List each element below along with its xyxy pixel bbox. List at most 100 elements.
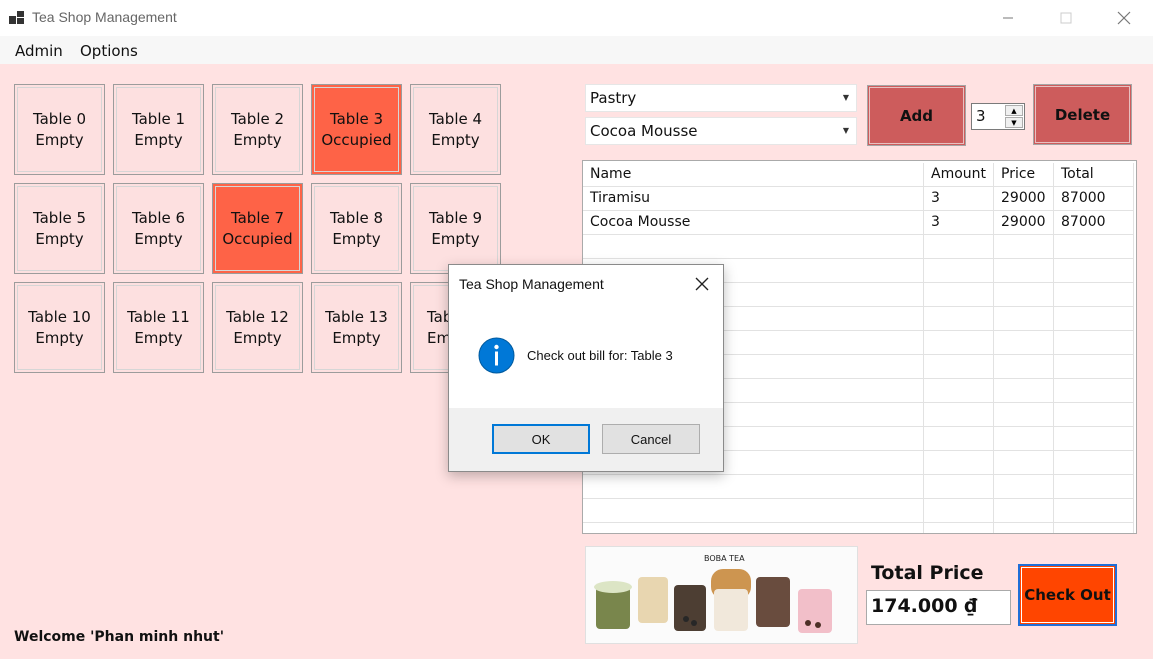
total-price-field: 174.000 ₫ xyxy=(866,590,1011,625)
banner-title: BOBA TEA xyxy=(704,554,745,563)
empty-cell xyxy=(924,355,994,379)
bill-cell: 3 xyxy=(924,187,994,211)
empty-cell xyxy=(1054,283,1134,307)
table-status: Empty xyxy=(35,130,84,149)
menu-admin[interactable]: Admin xyxy=(15,42,63,60)
chevron-down-icon[interactable]: ▼ xyxy=(836,85,856,111)
table-status: Occupied xyxy=(321,130,392,149)
empty-cell xyxy=(994,523,1054,533)
bill-cell: 29000 xyxy=(994,211,1054,235)
table-status: Empty xyxy=(332,229,381,248)
table-status: Empty xyxy=(431,229,480,248)
empty-cell xyxy=(583,523,924,533)
empty-cell xyxy=(994,427,1054,451)
empty-cell xyxy=(924,451,994,475)
info-icon xyxy=(478,337,515,374)
column-header: Total xyxy=(1054,163,1134,187)
menu-options[interactable]: Options xyxy=(80,42,138,60)
decrement-icon[interactable]: ▼ xyxy=(1005,117,1023,128)
chevron-down-icon[interactable]: ▼ xyxy=(836,118,856,144)
empty-cell xyxy=(583,499,924,523)
total-price-label: Total Price xyxy=(871,562,984,584)
table-button-10[interactable]: Table 10 Empty xyxy=(14,282,105,373)
add-button[interactable]: Add xyxy=(867,85,966,146)
table-button-1[interactable]: Table 1 Empty xyxy=(113,84,204,175)
table-button-3[interactable]: Table 3 Occupied xyxy=(311,84,402,175)
table-name: Table 12 xyxy=(226,307,289,326)
bill-cell: Cocoa Mousse xyxy=(583,211,924,235)
quantity-stepper[interactable]: 3 ▲ ▼ xyxy=(971,103,1025,130)
table-name: Table 0 xyxy=(32,109,87,128)
table-name: Table 9 xyxy=(428,208,483,227)
menu-bar xyxy=(0,36,1153,64)
table-button-13[interactable]: Table 13 Empty xyxy=(311,282,402,373)
table-name: Table 11 xyxy=(127,307,190,326)
table-name: Table 3 xyxy=(329,109,384,128)
table-button-9[interactable]: Table 9 Empty xyxy=(410,183,501,274)
empty-cell xyxy=(1054,451,1134,475)
increment-icon[interactable]: ▲ xyxy=(1005,105,1023,116)
minimize-icon[interactable] xyxy=(985,0,1031,36)
ok-button[interactable]: OK xyxy=(492,424,590,454)
message-dialog: Tea Shop Management Check out bill for: … xyxy=(448,264,724,472)
empty-cell xyxy=(924,283,994,307)
table-button-8[interactable]: Table 8 Empty xyxy=(311,183,402,274)
empty-cell xyxy=(924,427,994,451)
table-name: Table 4 xyxy=(428,109,483,128)
empty-cell xyxy=(994,283,1054,307)
table-status: Empty xyxy=(332,328,381,347)
table-button-6[interactable]: Table 6 Empty xyxy=(113,183,204,274)
item-select[interactable]: Cocoa Mousse ▼ xyxy=(585,117,857,145)
empty-cell xyxy=(994,475,1054,499)
boba-banner-image: BOBA TEA xyxy=(585,546,858,644)
empty-cell xyxy=(994,499,1054,523)
table-status: Empty xyxy=(134,229,183,248)
empty-cell xyxy=(924,331,994,355)
table-status: Empty xyxy=(431,130,480,149)
table-status: Empty xyxy=(233,130,282,149)
item-select-value: Cocoa Mousse xyxy=(590,122,698,140)
empty-cell xyxy=(924,259,994,283)
column-header: Name xyxy=(583,163,924,187)
table-status: Empty xyxy=(134,130,183,149)
table-name: Table 1 xyxy=(131,109,186,128)
bill-cell: 87000 xyxy=(1054,187,1134,211)
category-select[interactable]: Pastry ▼ xyxy=(585,84,857,112)
table-button-4[interactable]: Table 4 Empty xyxy=(410,84,501,175)
table-button-11[interactable]: Table 11 Empty xyxy=(113,282,204,373)
dialog-close-icon[interactable] xyxy=(689,273,715,295)
empty-cell xyxy=(924,379,994,403)
cancel-button[interactable]: Cancel xyxy=(602,424,700,454)
table-name: Table 2 xyxy=(230,109,285,128)
empty-cell xyxy=(994,451,1054,475)
empty-cell xyxy=(994,403,1054,427)
dialog-message: Check out bill for: Table 3 xyxy=(527,348,673,363)
table-name: Table 13 xyxy=(325,307,388,326)
quantity-value: 3 xyxy=(976,107,986,125)
maximize-icon[interactable] xyxy=(1043,0,1089,36)
empty-cell xyxy=(924,235,994,259)
table-name: Table 10 xyxy=(28,307,91,326)
welcome-text: Welcome 'Phan minh nhut' xyxy=(14,629,224,645)
dialog-title: Tea Shop Management xyxy=(459,276,604,292)
table-status: Occupied xyxy=(222,229,293,248)
empty-cell xyxy=(583,235,924,259)
empty-cell xyxy=(1054,331,1134,355)
table-status: Empty xyxy=(134,328,183,347)
table-button-2[interactable]: Table 2 Empty xyxy=(212,84,303,175)
empty-cell xyxy=(994,331,1054,355)
table-button-5[interactable]: Table 5 Empty xyxy=(14,183,105,274)
category-select-value: Pastry xyxy=(590,89,637,107)
table-button-12[interactable]: Table 12 Empty xyxy=(212,282,303,373)
table-button-7[interactable]: Table 7 Occupied xyxy=(212,183,303,274)
empty-cell xyxy=(583,475,924,499)
empty-cell xyxy=(924,307,994,331)
empty-cell xyxy=(1054,427,1134,451)
empty-cell xyxy=(1054,259,1134,283)
checkout-button[interactable]: Check Out xyxy=(1018,564,1117,626)
table-name: Table 5 xyxy=(32,208,87,227)
table-button-0[interactable]: Table 0 Empty xyxy=(14,84,105,175)
delete-button[interactable]: Delete xyxy=(1033,84,1132,145)
close-icon[interactable] xyxy=(1101,0,1147,36)
empty-cell xyxy=(994,235,1054,259)
